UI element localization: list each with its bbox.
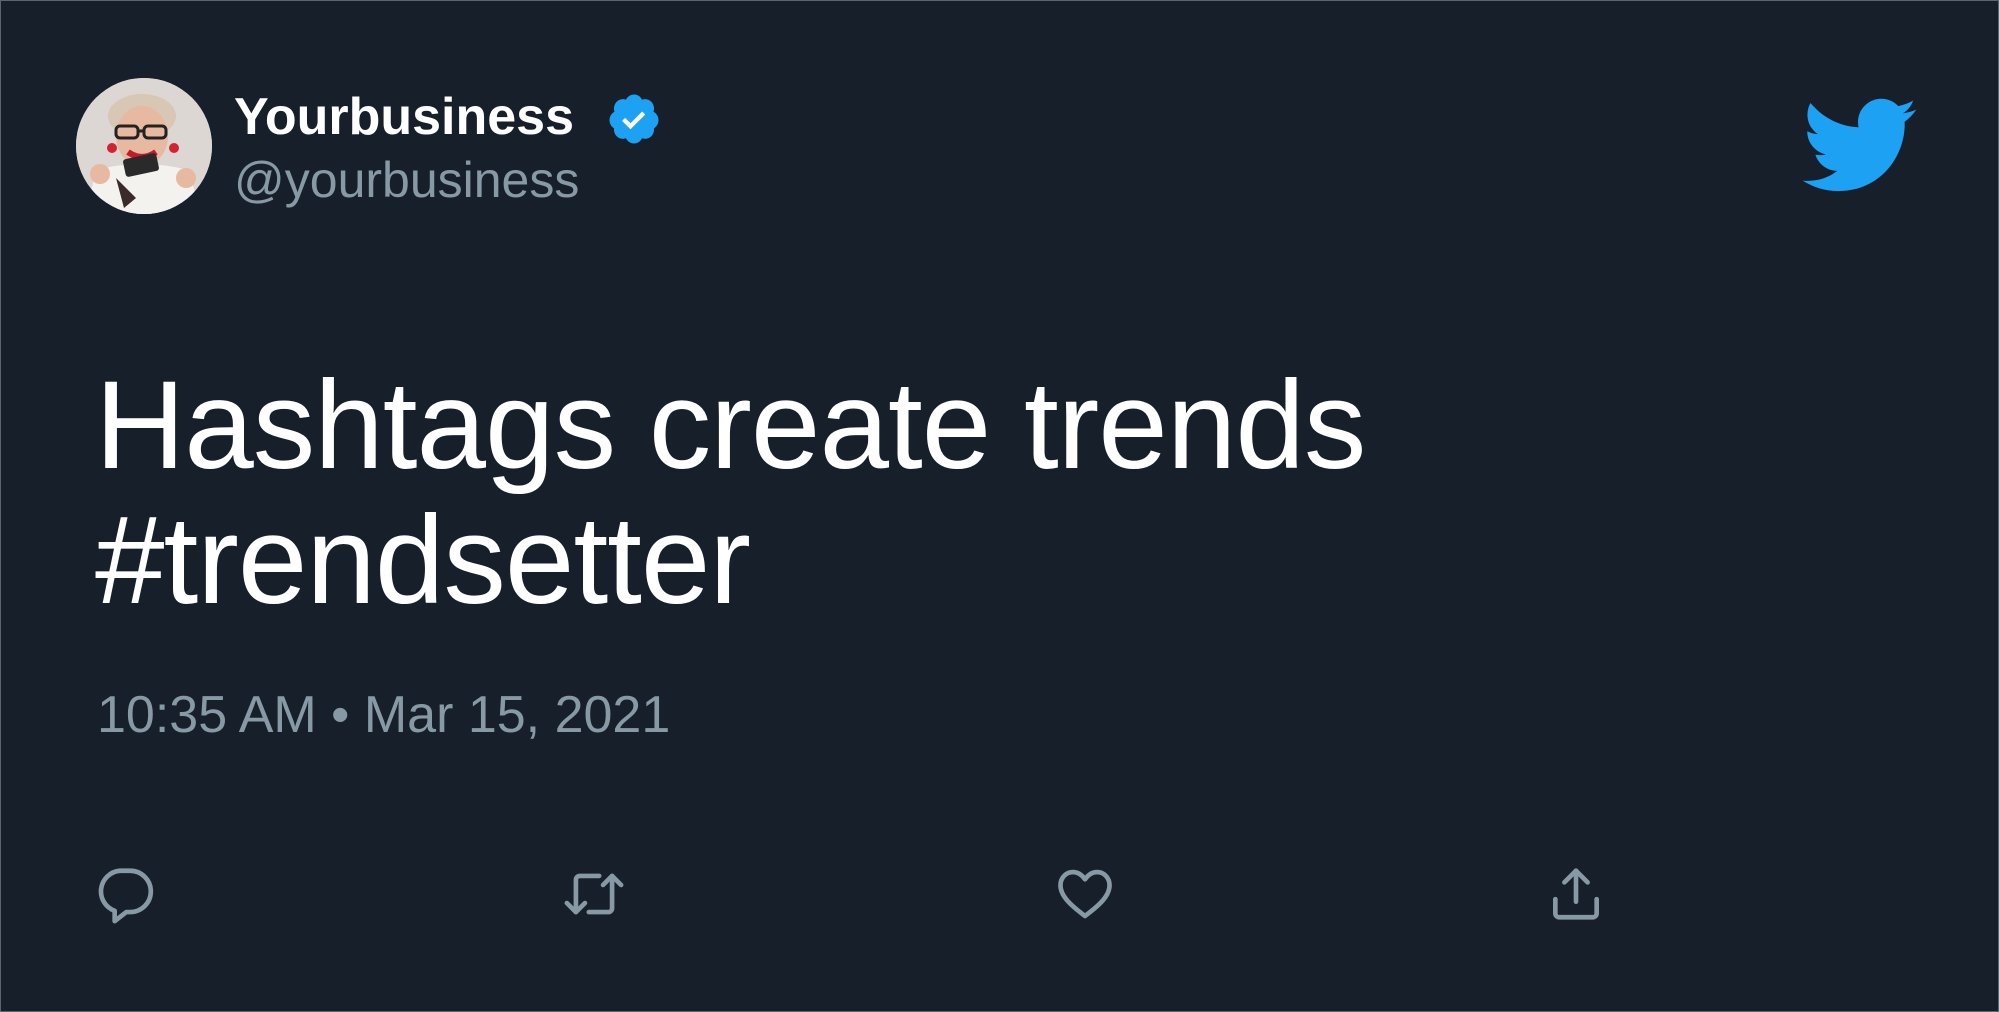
reply-button[interactable] [94,863,156,925]
tweet-timestamp[interactable]: 10:35 AM • Mar 15, 2021 [97,683,670,747]
tweet-text-line: Hashtags create trends [95,356,1366,495]
hashtag-link[interactable]: #trendsetter [95,493,1795,628]
verified-badge-icon [609,94,659,144]
user-handle[interactable]: @yourbusiness [234,149,579,211]
retweet-icon [564,873,624,915]
reply-icon [98,868,154,924]
timestamp-separator: • [331,686,350,744]
like-button[interactable] [1054,863,1116,925]
heart-icon [1058,869,1112,919]
avatar-image [76,78,212,214]
tweet-date: Mar 15, 2021 [363,686,671,744]
avatar[interactable] [76,78,212,214]
display-name[interactable]: Yourbusiness [234,85,574,149]
tweet-card: Yourbusiness @yourbusiness Hashtags crea… [0,0,1999,1012]
share-icon [1553,868,1599,920]
share-button[interactable] [1545,863,1607,925]
twitter-bird-icon [1802,98,1917,192]
retweet-button[interactable] [563,863,625,925]
tweet-time: 10:35 AM [97,686,317,744]
tweet-text: Hashtags create trends #trendsetter [95,358,1795,628]
